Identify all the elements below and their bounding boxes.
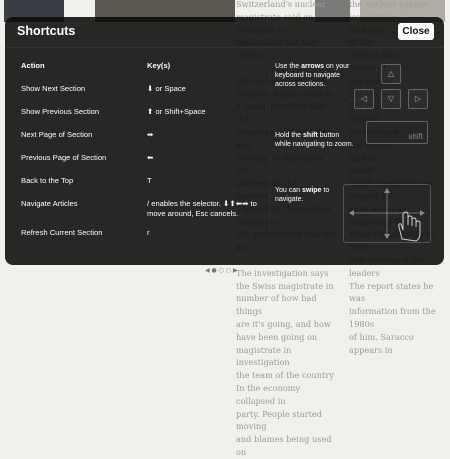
shift-tip: Hold the shift button while navigating t… bbox=[275, 132, 354, 148]
arrows-emphasis: arrows bbox=[301, 63, 325, 70]
action-label: Refresh Current Section bbox=[21, 228, 103, 237]
right-arrow-icon: ▷ bbox=[408, 89, 428, 109]
table-row: Previous Page of Section ⬅ bbox=[21, 153, 269, 167]
up-arrow-icon: △ bbox=[381, 64, 401, 84]
swipe-gesture-area bbox=[343, 184, 431, 243]
action-label: Navigate Articles bbox=[21, 199, 78, 208]
shortcuts-overlay: Shortcuts Close Action Key(s) Show Next … bbox=[5, 17, 444, 265]
left-arrow-icon: ◁ bbox=[354, 89, 374, 109]
action-label: Back to the Top bbox=[21, 176, 74, 185]
key-label: ⬇ or Space bbox=[147, 84, 186, 93]
key-label: r bbox=[147, 228, 150, 237]
table-row: Back to the Top T bbox=[21, 176, 269, 190]
column-header-keys: Key(s) bbox=[147, 61, 171, 70]
overlay-title: Shortcuts bbox=[17, 24, 76, 38]
shift-key-icon: shift bbox=[366, 121, 428, 144]
action-label: Show Previous Section bbox=[21, 107, 100, 116]
table-row: Refresh Current Section r bbox=[21, 228, 269, 242]
column-header-action: Action bbox=[21, 61, 45, 70]
key-label: ➡ bbox=[147, 130, 154, 139]
action-label: Previous Page of Section bbox=[21, 153, 107, 162]
action-label: Next Page of Section bbox=[21, 130, 93, 139]
key-label: T bbox=[147, 176, 152, 185]
down-arrow-icon: ▽ bbox=[381, 89, 401, 109]
table-row: Show Previous Section ⬆ or Shift+Space bbox=[21, 107, 269, 121]
close-button[interactable]: Close bbox=[398, 23, 434, 40]
section-divider bbox=[269, 61, 270, 239]
title-divider bbox=[5, 47, 444, 48]
table-header: Action Key(s) bbox=[21, 61, 269, 75]
swipe-tip: You can swipe to navigate. bbox=[275, 187, 330, 203]
arrows-tip: Use the arrows on your keyboard to navig… bbox=[275, 63, 350, 88]
shift-emphasis: shift bbox=[303, 132, 318, 139]
swipe-emphasis: swipe bbox=[302, 187, 322, 194]
table-row: Navigate Articles / enables the selector… bbox=[21, 199, 269, 223]
table-row: Next Page of Section ➡ bbox=[21, 130, 269, 144]
key-label: ⬆ or Shift+Space bbox=[147, 107, 206, 116]
table-row: Show Next Section ⬇ or Space bbox=[21, 84, 269, 98]
key-label: / enables the selector. ⬇⬆⬅➡ to move aro… bbox=[147, 199, 257, 218]
action-label: Show Next Section bbox=[21, 84, 86, 93]
key-label: ⬅ bbox=[147, 153, 154, 162]
hand-swipe-icon bbox=[349, 188, 425, 242]
page-indicator[interactable]: ◀ ● ○ ○ ▶ bbox=[205, 267, 238, 274]
